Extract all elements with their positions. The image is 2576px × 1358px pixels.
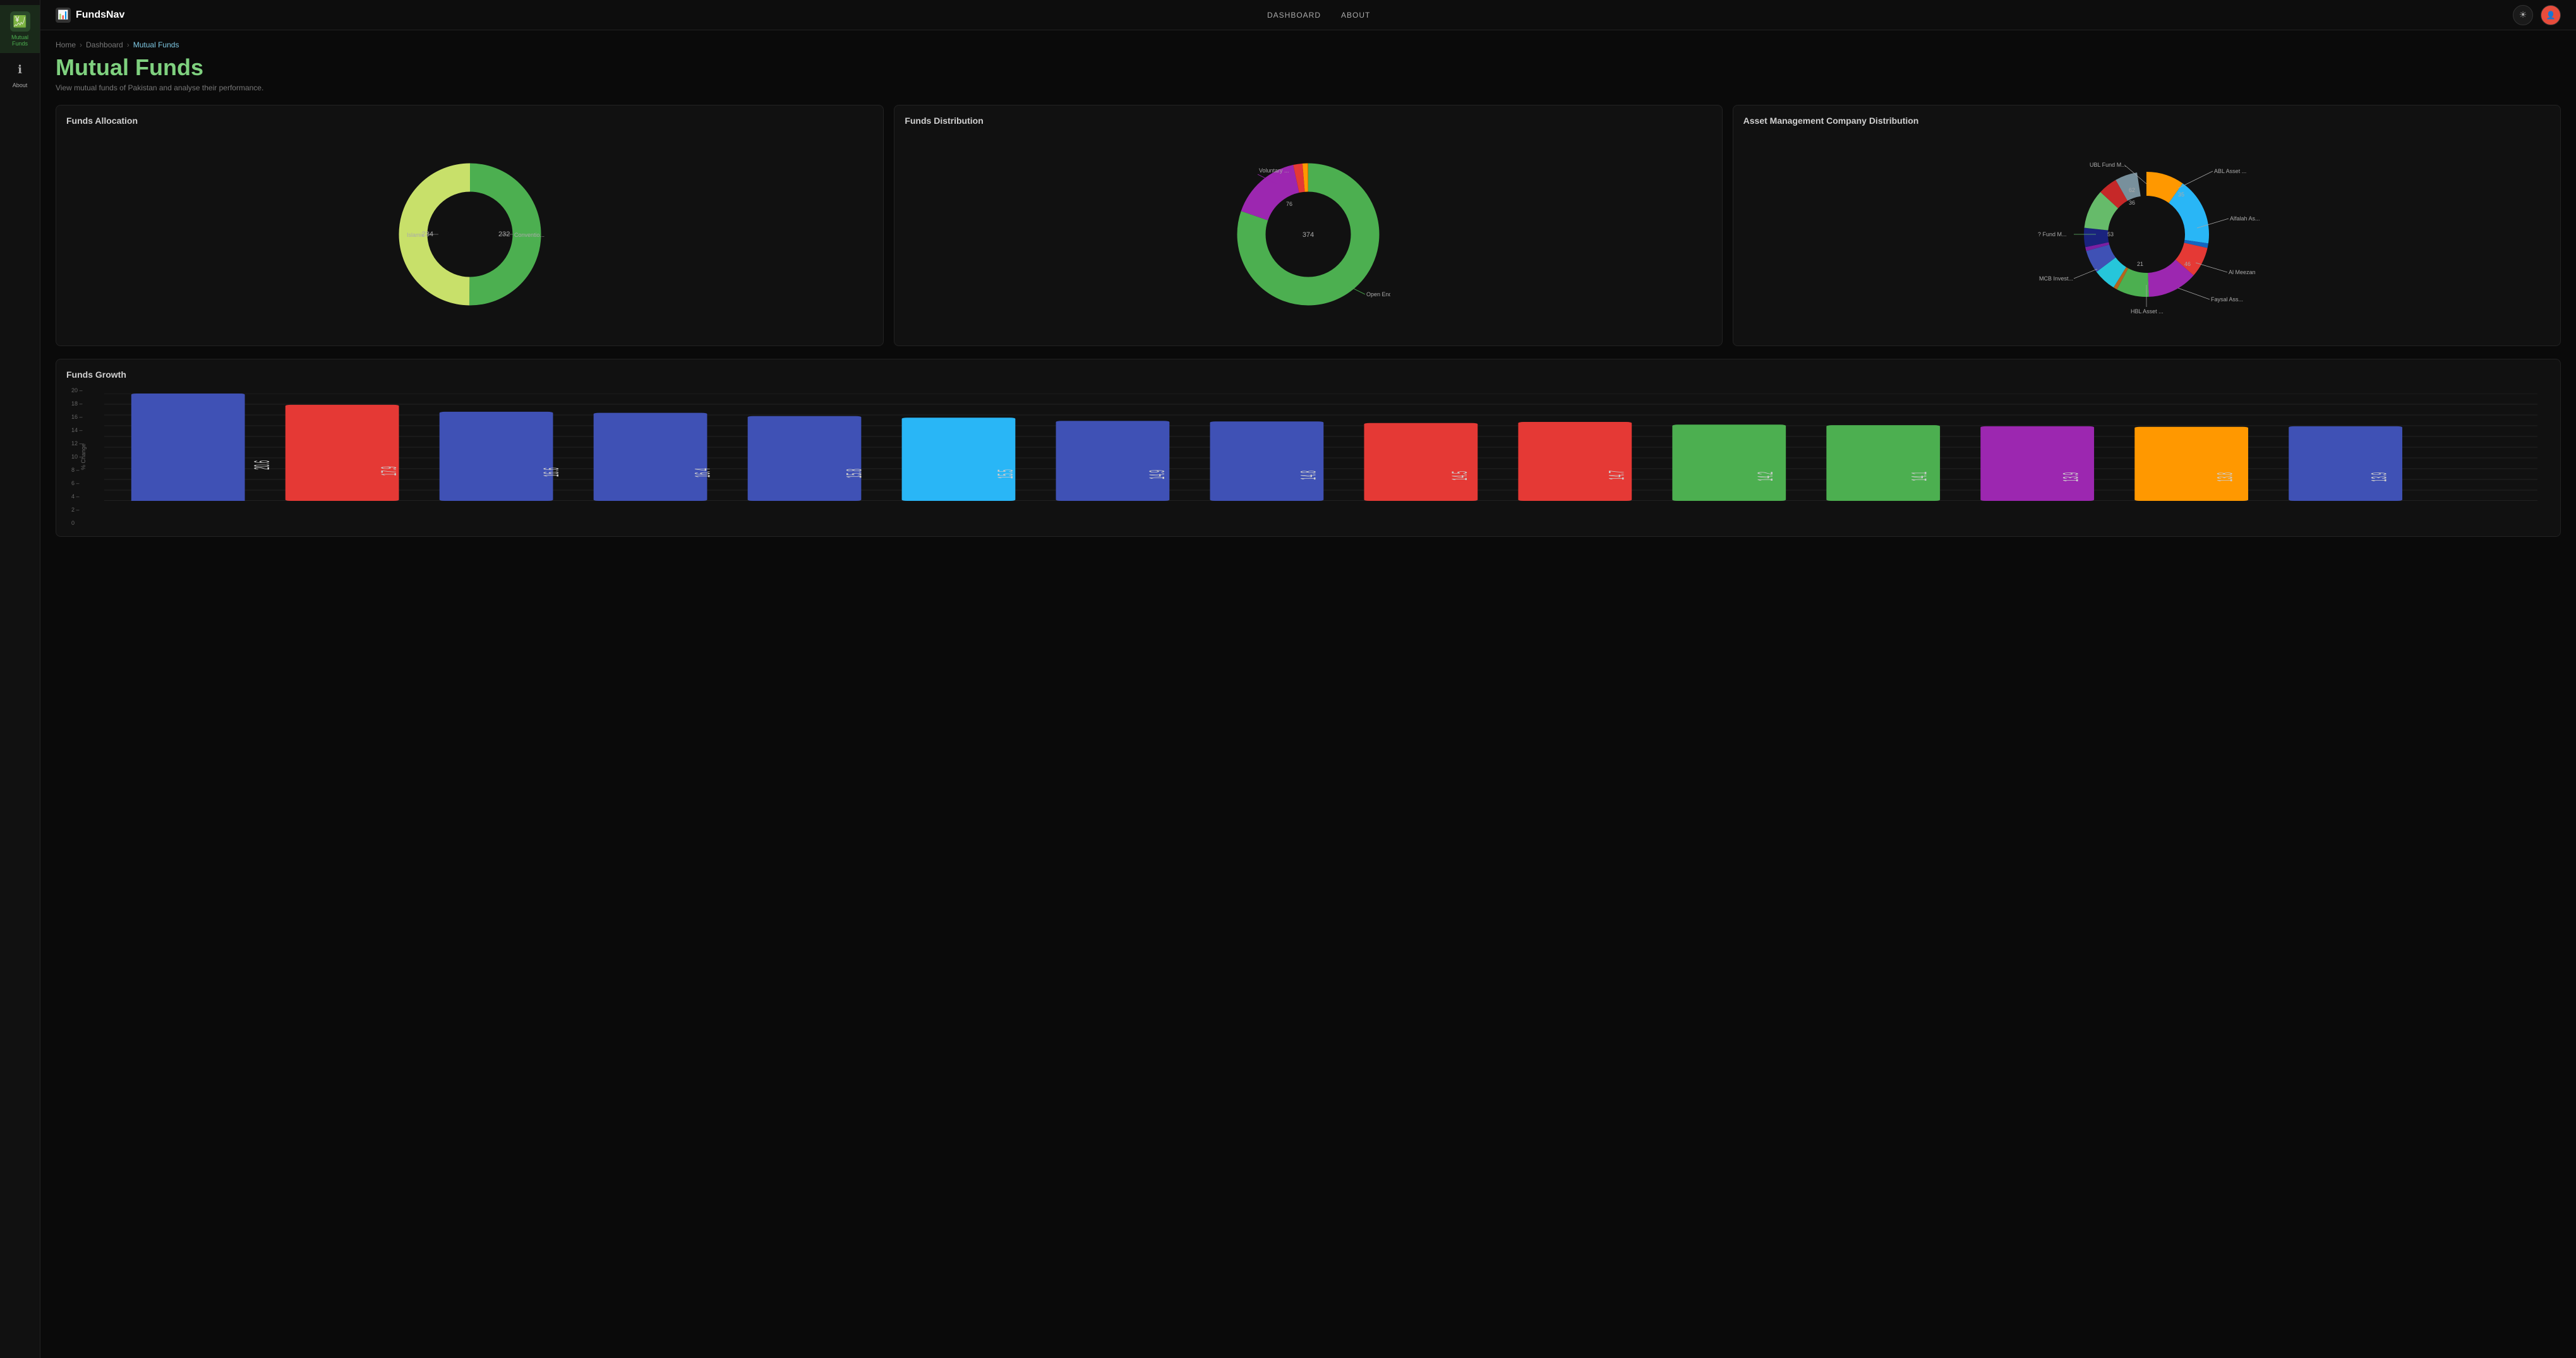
y-tick-0: 0 (71, 520, 83, 526)
breadcrumb-dashboard[interactable]: Dashboard (86, 40, 123, 49)
sidebar-label-about: About (13, 82, 28, 88)
logo-icon: 📊 (56, 8, 71, 23)
svg-text:Voluntary ...: Voluntary ... (1259, 167, 1289, 174)
growth-chart-svg: 20.6 17.9 16.6 16.4 15.8 15.5 (104, 394, 2537, 501)
y-tick-4: 4 – (71, 493, 83, 500)
svg-text:UBL Fund M...: UBL Fund M... (2090, 162, 2126, 168)
svg-text:Alfalah As...: Alfalah As... (2230, 215, 2260, 222)
svg-text:76: 76 (1286, 201, 1292, 207)
asset-management-title: Asset Management Company Distribution (1743, 116, 2550, 126)
svg-text:13.8: 13.8 (2213, 472, 2237, 482)
y-tick-14: 14 – (71, 427, 83, 433)
svg-text:Al Meezan: Al Meezan (2229, 269, 2256, 275)
logo: 📊 FundsNav (56, 8, 124, 23)
svg-text:13.9: 13.9 (2059, 472, 2083, 482)
mutual-funds-icon: 💹 (10, 11, 30, 32)
svg-text:14.1: 14.1 (1908, 472, 1932, 481)
page-subtitle: View mutual funds of Pakistan and analys… (56, 83, 2561, 92)
breadcrumb: Home › Dashboard › Mutual Funds (56, 40, 2561, 49)
y-tick-20: 20 – (71, 387, 83, 394)
svg-text:ABL Asset ...: ABL Asset ... (2214, 168, 2246, 174)
funds-allocation-title: Funds Allocation (66, 116, 873, 126)
asset-management-chart: ABL Asset ... 35 UBL Fund M... 62 Alfala… (1743, 133, 2550, 335)
svg-text:HBL Asset ...: HBL Asset ... (2131, 308, 2164, 315)
funds-growth-card: Funds Growth % Change (56, 359, 2561, 537)
funds-allocation-card: Funds Allocation 232 234 Islamic Convent… (56, 105, 884, 346)
svg-text:46: 46 (2184, 261, 2191, 267)
svg-text:Islamic: Islamic (407, 232, 425, 238)
svg-text:53: 53 (2107, 231, 2114, 237)
y-tick-6: 6 – (71, 480, 83, 486)
y-tick-18: 18 – (71, 400, 83, 407)
sidebar-item-about[interactable]: ℹ About (0, 53, 40, 95)
sidebar-label-mutual-funds: Mutual Funds (4, 34, 36, 47)
nav-actions: ☀ 👤 (2513, 5, 2561, 25)
svg-text:Open End S...: Open End S... (1366, 291, 1390, 297)
svg-text:? Fund M...: ? Fund M... (2038, 231, 2067, 237)
user-button[interactable]: 👤 (2541, 5, 2561, 25)
breadcrumb-current: Mutual Funds (133, 40, 179, 49)
about-icon: ℹ (10, 59, 30, 80)
asset-management-svg: ABL Asset ... 35 UBL Fund M... 62 Alfala… (2026, 136, 2266, 332)
svg-text:15.5: 15.5 (994, 469, 1018, 479)
svg-text:14.2: 14.2 (1754, 472, 1778, 481)
svg-text:13.9: 13.9 (2368, 472, 2391, 482)
svg-text:Conventio...: Conventio... (514, 232, 545, 238)
nav-dashboard[interactable]: DASHBOARD (1267, 11, 1321, 20)
funds-allocation-svg: 232 234 Islamic Conventio... (388, 152, 552, 316)
svg-text:62: 62 (2129, 187, 2135, 193)
y-tick-2: 2 – (71, 507, 83, 513)
funds-distribution-svg: 374 Open End S... Voluntary ... 76 (1226, 152, 1390, 316)
funds-distribution-title: Funds Distribution (905, 116, 1711, 126)
funds-allocation-chart: 232 234 Islamic Conventio... (66, 133, 873, 335)
asset-management-card: Asset Management Company Distribution (1733, 105, 2561, 346)
sidebar-item-mutual-funds[interactable]: 💹 Mutual Funds (0, 5, 40, 53)
svg-text:14.7: 14.7 (1605, 471, 1628, 480)
svg-text:36: 36 (2129, 200, 2135, 206)
nav-links: DASHBOARD ABOUT (1267, 11, 1370, 20)
y-axis-label: % Change (80, 443, 87, 470)
svg-text:16.6: 16.6 (540, 467, 563, 477)
theme-toggle-button[interactable]: ☀ (2513, 5, 2533, 25)
breadcrumb-sep-2: › (127, 40, 129, 49)
funds-growth-title: Funds Growth (66, 370, 2550, 380)
svg-text:16.4: 16.4 (692, 468, 715, 478)
y-tick-16: 16 – (71, 414, 83, 420)
breadcrumb-home[interactable]: Home (56, 40, 76, 49)
svg-text:14.5: 14.5 (1448, 471, 1472, 481)
nav-about[interactable]: ABOUT (1341, 11, 1370, 20)
svg-text:MCB Invest...: MCB Invest... (2039, 275, 2073, 282)
app-name: FundsNav (76, 9, 124, 21)
funds-distribution-card: Funds Distribution 374 Ope (894, 105, 1722, 346)
svg-text:14.8: 14.8 (1297, 471, 1320, 480)
charts-grid: Funds Allocation 232 234 Islamic Convent… (56, 105, 2561, 346)
page-content: Home › Dashboard › Mutual Funds Mutual F… (40, 30, 2576, 1358)
topnav: 📊 FundsNav DASHBOARD ABOUT ☀ 👤 (40, 0, 2576, 30)
svg-text:14.9: 14.9 (1146, 470, 1169, 479)
svg-text:374: 374 (1303, 231, 1314, 239)
sidebar: 💹 Mutual Funds ℹ About (0, 0, 40, 1358)
funds-distribution-chart: 374 Open End S... Voluntary ... 76 (905, 133, 1711, 335)
page-title: Mutual Funds (56, 54, 2561, 81)
breadcrumb-sep-1: › (80, 40, 82, 49)
svg-text:21: 21 (2137, 261, 2143, 267)
svg-text:20.6: 20.6 (251, 460, 274, 470)
svg-text:15.8: 15.8 (843, 469, 866, 478)
svg-text:17.9: 17.9 (378, 466, 401, 476)
svg-text:35: 35 (2178, 191, 2184, 198)
main-content: 📊 FundsNav DASHBOARD ABOUT ☀ 👤 Home › Da… (40, 0, 2576, 1358)
svg-text:Faysal Ass...: Faysal Ass... (2211, 296, 2243, 303)
